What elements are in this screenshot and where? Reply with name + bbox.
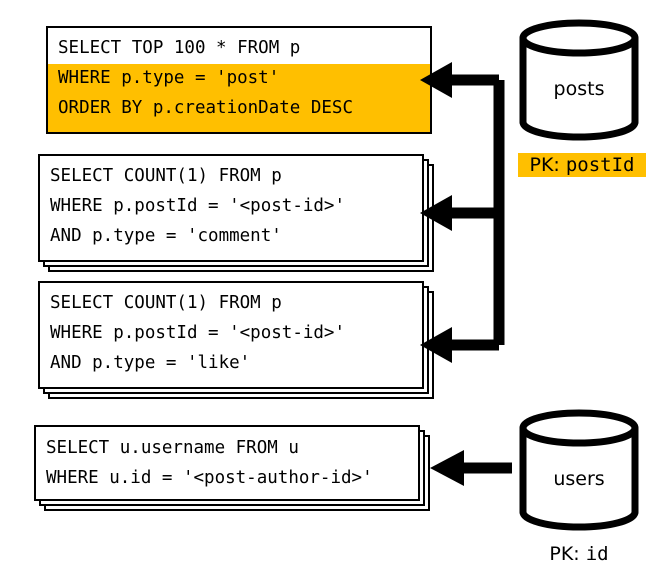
code-line: SELECT COUNT(1) FROM p xyxy=(50,293,282,313)
query-card-count-likes[interactable]: SELECT COUNT(1) FROM p WHERE p.postId = … xyxy=(38,281,434,399)
datastore-users[interactable]: users xyxy=(518,406,640,534)
code-line: WHERE p.type = 'post' xyxy=(58,68,280,88)
pk-field: postId xyxy=(565,154,635,176)
diagram-canvas: SELECT TOP 100 * FROM p WHERE p.type = '… xyxy=(0,0,661,581)
code-line: AND p.type = 'comment' xyxy=(50,226,282,246)
pk-prefix: PK: xyxy=(529,154,566,176)
card-content: SELECT u.username FROM u WHERE u.id = '<… xyxy=(34,425,420,501)
query-card-count-comments[interactable]: SELECT COUNT(1) FROM p WHERE p.postId = … xyxy=(38,154,434,272)
pk-label-posts: PK: postId xyxy=(518,153,646,177)
query-card-lookup-username[interactable]: SELECT u.username FROM u WHERE u.id = '<… xyxy=(34,425,430,511)
pk-label-users: PK: id xyxy=(518,543,640,565)
datastore-posts[interactable]: posts xyxy=(518,16,640,144)
card-content: SELECT COUNT(1) FROM p WHERE p.postId = … xyxy=(38,281,424,389)
code-line: AND p.type = 'like' xyxy=(50,353,251,373)
card-content: SELECT TOP 100 * FROM p WHERE p.type = '… xyxy=(46,26,432,134)
code-line: WHERE u.id = '<post-author-id>' xyxy=(46,468,373,488)
connector-users-to-lookup xyxy=(430,450,512,486)
card-content: SELECT COUNT(1) FROM p WHERE p.postId = … xyxy=(38,154,424,262)
code-line: WHERE p.postId = '<post-id>' xyxy=(50,196,346,216)
query-card-top-posts[interactable]: SELECT TOP 100 * FROM p WHERE p.type = '… xyxy=(46,26,432,134)
code-line: SELECT COUNT(1) FROM p xyxy=(50,166,282,186)
datastore-name-posts: posts xyxy=(553,78,605,100)
code-line: WHERE p.postId = '<post-id>' xyxy=(50,323,346,343)
pk-prefix: PK: xyxy=(549,543,586,565)
code-line: ORDER BY p.creationDate DESC xyxy=(58,98,354,118)
pk-field: id xyxy=(585,543,609,565)
code-line: SELECT u.username FROM u xyxy=(46,438,299,458)
datastore-name-users: users xyxy=(553,468,605,490)
code-line: SELECT TOP 100 * FROM p xyxy=(58,38,301,58)
